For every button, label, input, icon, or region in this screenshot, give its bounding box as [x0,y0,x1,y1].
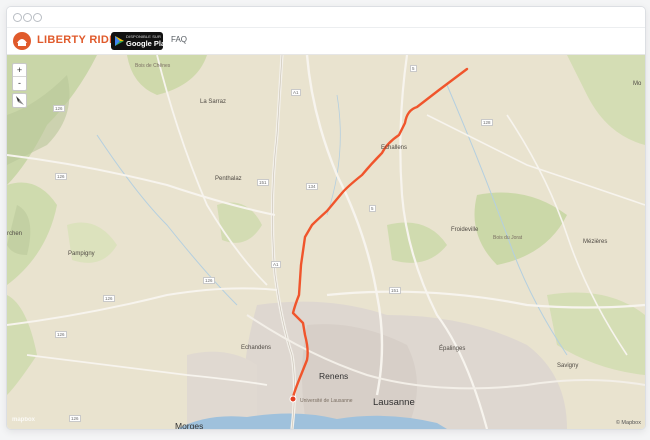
road-shield: 151 [389,287,401,294]
road-shield: 5 [369,205,376,212]
road-shield: A1 [291,89,301,96]
google-play-icon [115,36,124,46]
window-minimize-button[interactable] [23,13,32,22]
window-titlebar [7,7,645,28]
site-navbar: LIBERTY RIDER DISPONIBLE SUR Google Play… [7,28,645,55]
map-label-bois-du-jorat: Bois du Jorat [493,235,523,241]
faq-link[interactable]: FAQ [171,35,187,44]
map-label-universite: Université de Lausanne [300,398,353,404]
liberty-rider-logo-icon[interactable] [12,31,32,51]
map-label-la-sarraz: La Sarraz [200,99,227,105]
window-maximize-button[interactable] [33,13,42,22]
compass-button[interactable] [12,93,27,108]
window-close-button[interactable] [13,13,22,22]
route-start-marker[interactable] [289,395,297,403]
route-map[interactable]: + - Bois de Chênes La Sarraz Echallens P… [7,55,645,429]
map-label-penthalaz: Penthalaz [215,176,242,182]
road-shield: 126 [203,277,215,284]
map-label-mezieres: Mézières [583,239,608,245]
map-label-renens: Renens [319,371,349,381]
google-play-badge[interactable]: DISPONIBLE SUR Google Play [111,32,169,50]
road-shield: 128 [481,119,493,126]
browser-window: LIBERTY RIDER DISPONIBLE SUR Google Play… [6,6,646,430]
map-label-echallens: Echallens [381,145,408,151]
zoom-in-button[interactable]: + [13,64,26,77]
map-label-froideville: Froideville [451,227,479,233]
map-label-bois-de-chenes: Bois de Chênes [135,63,171,69]
road-shield: 126 [103,295,115,302]
map-attribution[interactable]: © Mapbox [616,420,641,426]
road-shield: 134 [306,183,318,190]
road-shield: 151 [257,179,269,186]
road-shield: 126 [69,415,81,422]
map-label-epalinges: Épalinges [439,346,466,352]
map-label-lausanne: Lausanne [373,397,415,408]
map-label-rchen: rchen [7,231,23,237]
map-label-echandens: Echandens [241,345,272,351]
road-shield: 126 [55,173,67,180]
compass-icon [16,96,24,105]
road-shield: 5 [410,65,417,72]
road-shield: 126 [55,331,67,338]
map-label-mo: Mo [633,81,642,87]
road-shield: A1 [271,261,281,268]
map-label-savigny: Savigny [557,363,579,369]
zoom-control: + - [12,63,27,91]
map-label-morges: Morges [175,421,204,429]
store-badge-label: Google Play [126,39,170,48]
road-shield: 126 [53,105,65,112]
map-label-pampigny: Pampigny [68,251,95,257]
zoom-out-button[interactable]: - [13,77,26,90]
mapbox-logo[interactable]: mapbox [12,417,35,423]
